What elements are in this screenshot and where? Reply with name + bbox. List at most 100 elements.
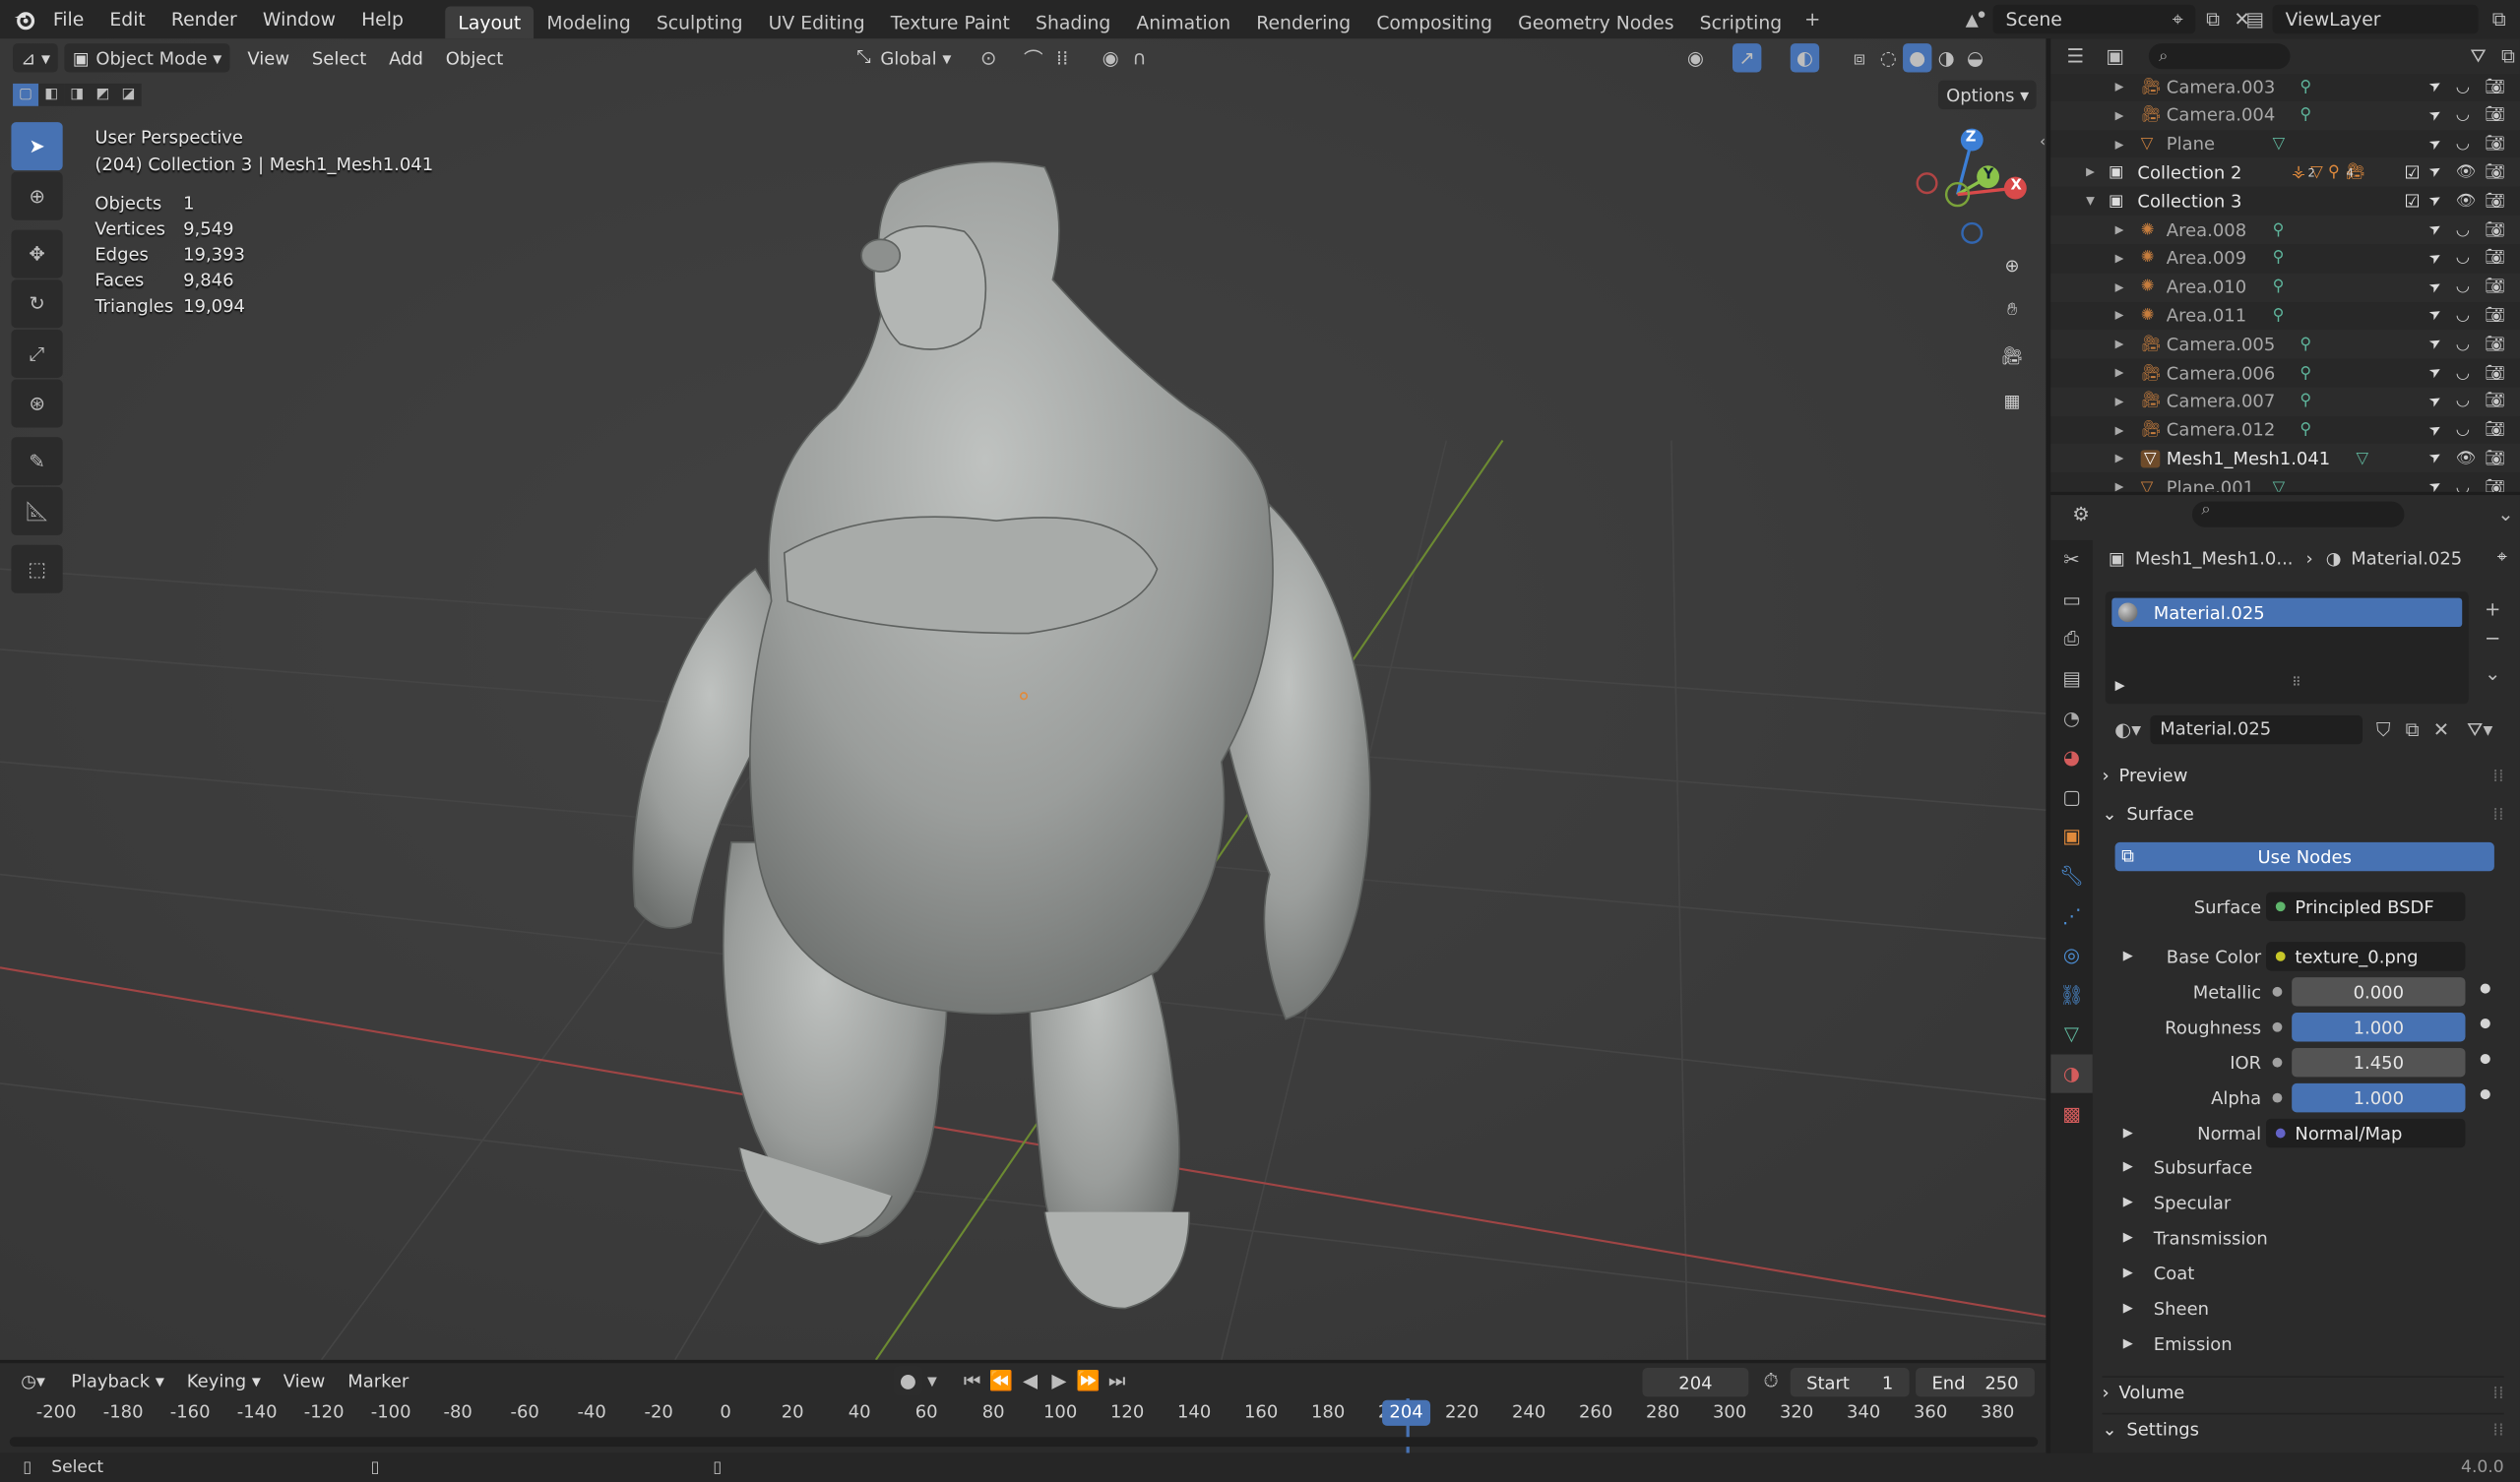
viewport-menu-select[interactable]: Select <box>300 47 377 68</box>
render-camera-icon[interactable]: 📷︎ <box>2485 478 2505 492</box>
keyframe-dot-icon[interactable]: ● <box>2480 1016 2490 1030</box>
material-link-icon[interactable]: ⛛▾ <box>2465 715 2493 744</box>
subpanel-subsurface[interactable]: Subsurface <box>2154 1157 2253 1178</box>
selectable-arrow-icon[interactable]: ➤ <box>2426 162 2445 182</box>
expand-triangle-icon[interactable]: ▶ <box>2123 1195 2133 1209</box>
selectable-arrow-icon[interactable]: ➤ <box>2426 449 2445 468</box>
display-mode-icon[interactable]: ▣ <box>2104 41 2127 70</box>
texture-tab-icon[interactable]: ▩ <box>2050 1093 2092 1133</box>
render-camera-icon[interactable]: 📷︎ <box>2485 106 2505 124</box>
subpanel-specular[interactable]: Specular <box>2154 1193 2231 1213</box>
selectable-arrow-icon[interactable]: ➤ <box>2426 248 2445 268</box>
select-tool[interactable]: ➤ <box>11 122 63 171</box>
tab-rendering[interactable]: Rendering <box>1243 7 1363 39</box>
wireframe-shading-icon[interactable]: ◌ <box>1874 43 1903 72</box>
menu-window[interactable]: Window <box>250 0 348 38</box>
object-tab-icon[interactable]: ▣ <box>2050 817 2092 856</box>
rotate-tool[interactable]: ↻ <box>11 279 63 329</box>
subpanel-sheen[interactable]: Sheen <box>2154 1299 2209 1320</box>
rendered-shading-icon[interactable]: ◒ <box>1961 43 1989 72</box>
render-camera-icon[interactable]: 📷︎ <box>2485 135 2505 153</box>
mode-selector[interactable]: ▣ Object Mode ▾ <box>64 43 230 73</box>
tab-texture-paint[interactable]: Texture Paint <box>878 7 1023 39</box>
select-subtract-icon[interactable]: ◨ <box>64 83 91 106</box>
scene-tab-icon[interactable]: ◔ <box>2050 699 2092 738</box>
material-shading-icon[interactable]: ◑ <box>1931 43 1960 72</box>
eye-closed-icon[interactable]: ◡ <box>2456 478 2470 492</box>
select-invert-icon[interactable]: ◩ <box>90 83 116 106</box>
selectable-arrow-icon[interactable]: ➤ <box>2426 335 2445 354</box>
world-tab-icon[interactable]: ◕ <box>2050 738 2092 777</box>
material-slot-list[interactable]: Material.025 ▶ ⠿ <box>2105 591 2469 705</box>
selectable-arrow-icon[interactable]: ➤ <box>2426 191 2445 211</box>
scale-tool[interactable]: ⤢ <box>11 329 63 378</box>
duplicate-material-icon[interactable]: ⧉ <box>2398 715 2426 744</box>
drag-handle-icon[interactable]: ⁞⁞ <box>2492 803 2503 824</box>
material-tab-icon[interactable]: ◑ <box>2050 1054 2093 1094</box>
outliner-row[interactable]: ▶ ▽ Mesh1_Mesh1.041 ▽ ➤ 👁︎ 📷︎ <box>2050 444 2520 473</box>
expand-triangle-icon[interactable]: ▶ <box>2115 252 2124 265</box>
keyframe-dot-icon[interactable]: ● <box>2480 980 2490 995</box>
selectable-arrow-icon[interactable]: ➤ <box>2426 105 2445 125</box>
properties-editor-icon[interactable]: ⚙ <box>2067 500 2096 528</box>
selectable-arrow-icon[interactable]: ➤ <box>2426 306 2445 326</box>
perspective-toggle-icon[interactable]: ▦ <box>1992 381 2031 419</box>
expand-triangle-icon[interactable]: ▶ <box>2086 166 2095 179</box>
remove-slot-icon[interactable]: − <box>2479 624 2507 652</box>
selectable-arrow-icon[interactable]: ➤ <box>2426 134 2445 154</box>
snap-target-icon[interactable]: ⁞⁞ <box>1047 43 1076 72</box>
pan-hand-icon[interactable]: ✋︎ <box>1992 291 2031 330</box>
navigation-gizmo[interactable]: Z Y X <box>1910 127 2039 256</box>
eye-closed-icon[interactable]: ◡ <box>2456 364 2470 382</box>
viewport-menu-add[interactable]: Add <box>378 47 435 68</box>
data-tab-icon[interactable]: ▽ <box>2050 1015 2092 1054</box>
properties-search-input[interactable]: ⌕ <box>2191 501 2405 527</box>
new-scene-icon[interactable]: ⧉ <box>2198 5 2227 33</box>
subpanel-coat[interactable]: Coat <box>2154 1264 2195 1284</box>
selectable-arrow-icon[interactable]: ➤ <box>2426 363 2445 383</box>
expand-triangle-icon[interactable]: ▶ <box>2115 678 2125 693</box>
new-collection-icon[interactable]: ⧉ <box>2496 41 2520 70</box>
gizmo-icon[interactable]: ↗ <box>1732 43 1762 73</box>
viewport-menu-view[interactable]: View <box>236 47 300 68</box>
transform-tool[interactable]: ⊛ <box>11 379 63 428</box>
collapse-icon[interactable]: ⌄ <box>2491 500 2520 528</box>
pin-icon[interactable]: ⌖ <box>2497 546 2507 569</box>
volume-panel-header[interactable]: › Volume ⁞⁞ <box>2102 1376 2504 1408</box>
material-slot-item[interactable]: Material.025 <box>2111 597 2463 628</box>
select-extend-icon[interactable]: ◧ <box>38 83 65 106</box>
eye-closed-icon[interactable]: ◡ <box>2456 307 2470 325</box>
options-dropdown[interactable]: Options ▾ <box>1937 80 2038 110</box>
expand-triangle-icon[interactable]: ▶ <box>2123 1300 2133 1315</box>
surface-shader-field[interactable]: Principled BSDF <box>2266 892 2466 921</box>
expand-triangle-icon[interactable]: ▶ <box>2115 395 2124 407</box>
add-cube-tool[interactable]: ⬚ <box>11 544 63 593</box>
outliner-row[interactable]: ▶ 🎥︎ Camera.003 ⚲ ➤ ◡ 📷︎ <box>2050 73 2520 101</box>
visibility-icon[interactable]: ◉ <box>1681 43 1710 72</box>
render-camera-icon[interactable]: 📷︎ <box>2485 192 2505 210</box>
ior-field[interactable]: 1.450 <box>2292 1047 2466 1078</box>
selectable-arrow-icon[interactable]: ➤ <box>2426 392 2445 411</box>
outliner-editor-icon[interactable]: ☰ <box>2063 41 2087 70</box>
outliner-row[interactable]: ▶ 🎥︎ Camera.006 ⚲ ➤ ◡ 📷︎ <box>2050 358 2520 387</box>
tab-uv-editing[interactable]: UV Editing <box>756 7 878 39</box>
render-camera-icon[interactable]: 📷︎ <box>2485 278 2505 296</box>
xray-icon[interactable]: ⧈ <box>1845 43 1873 72</box>
particles-tab-icon[interactable]: ⋰ <box>2050 895 2092 935</box>
outliner-row[interactable]: ▶ ▽ Plane.001 ▽ ➤ ◡ 📷︎ <box>2050 473 2520 492</box>
render-camera-icon[interactable]: 📷︎ <box>2485 364 2505 382</box>
outliner-row[interactable]: ▶ 🎥︎ Camera.007 ⚲ ➤ ◡ 📷︎ <box>2050 387 2520 416</box>
viewlayer-name[interactable]: ViewLayer <box>2272 4 2479 34</box>
resize-handle-icon[interactable]: ⠿ <box>2292 675 2301 690</box>
slot-menu-icon[interactable]: ⌄ <box>2479 659 2507 688</box>
drag-handle-icon[interactable]: ⁞⁞ <box>2492 1383 2503 1403</box>
outliner-row[interactable]: ▶ 🎥︎ Camera.012 ⚲ ➤ ◡ 📷︎ <box>2050 415 2520 444</box>
subpanel-emission[interactable]: Emission <box>2154 1334 2233 1355</box>
expand-triangle-icon[interactable]: ▶ <box>2115 366 2124 379</box>
pivot-icon[interactable]: ⊙ <box>974 43 1002 72</box>
eye-closed-icon[interactable]: ◡ <box>2456 393 2470 410</box>
roughness-field[interactable]: 1.000 <box>2292 1013 2466 1042</box>
alpha-field[interactable]: 1.000 <box>2292 1082 2466 1113</box>
annotate-tool[interactable]: ✎ <box>11 437 63 486</box>
render-camera-icon[interactable]: 📷︎ <box>2485 421 2505 439</box>
